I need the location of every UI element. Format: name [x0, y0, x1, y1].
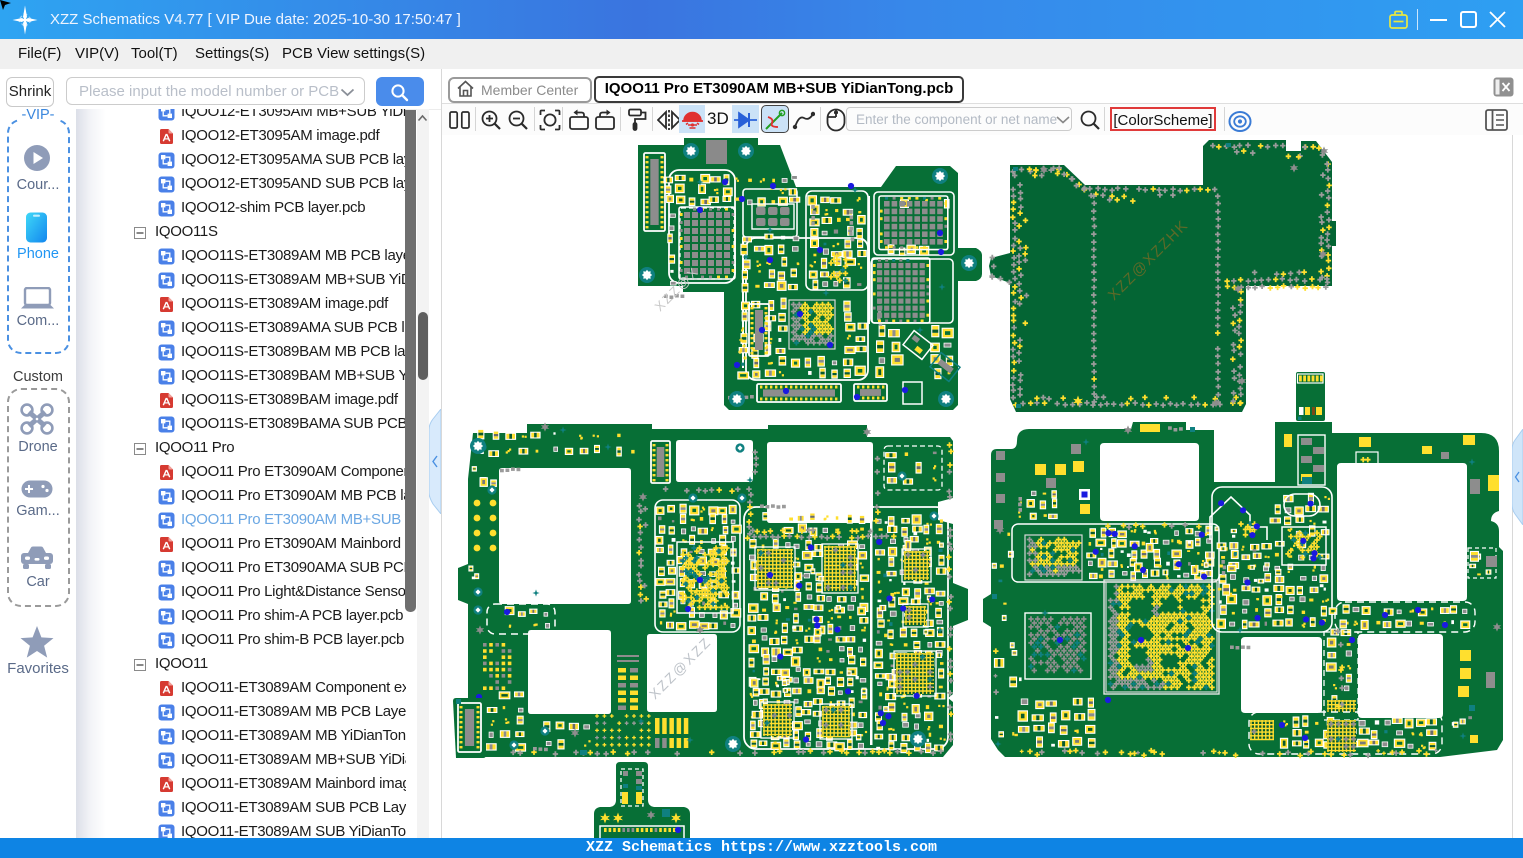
svg-text:XZZ@XZZ: XZZ@XZZ: [646, 633, 715, 702]
